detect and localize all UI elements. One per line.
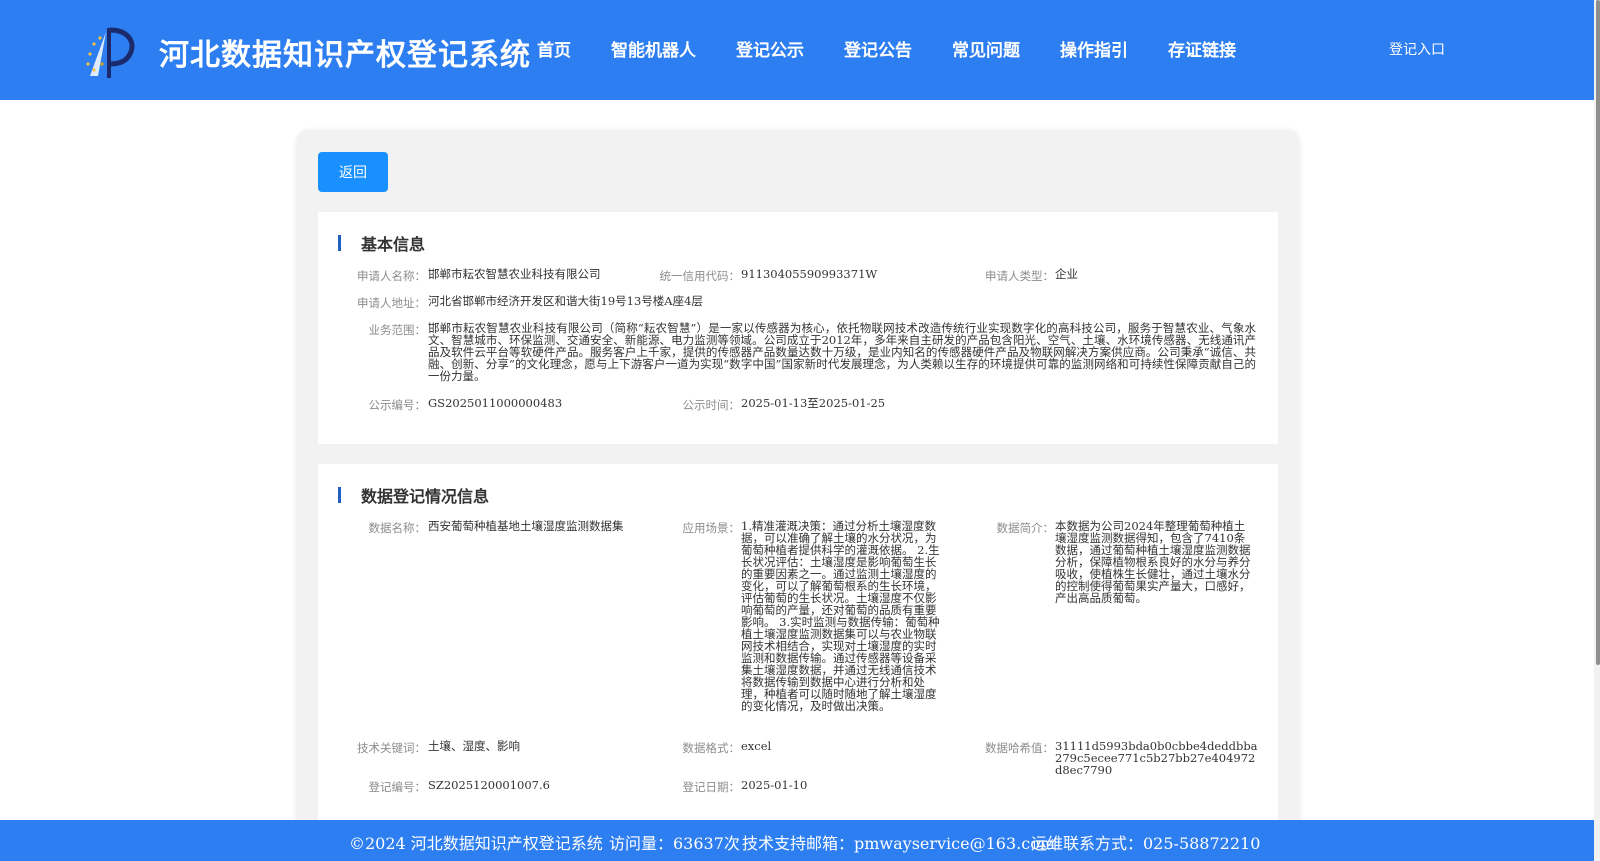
section-accent-bar bbox=[338, 235, 341, 251]
credit-code-value: 91130405590993371W bbox=[741, 267, 878, 281]
business-scope-label: 业务范围： bbox=[368, 323, 427, 337]
keywords-value: 土壤、湿度、影响 bbox=[428, 739, 520, 753]
summary-value: 本数据为公司2024年整理葡萄种植土壤湿度监测数据得知，包含了7410条数据，通… bbox=[1055, 519, 1251, 605]
basic-info-title: 基本信息 bbox=[361, 235, 426, 254]
format-label: 数据格式： bbox=[682, 741, 741, 755]
applicant-address-value: 河北省邯郸市经济开发区和谐大街19号13号楼A座4层 bbox=[428, 294, 703, 308]
reg-no-value: SZ2025120001007.6 bbox=[428, 778, 550, 792]
main-nav: 首页 智能机器人 登记公示 登记公告 常见问题 操作指引 存证链接 bbox=[537, 36, 1276, 61]
nav-evidence-link[interactable]: 存证链接 bbox=[1168, 36, 1236, 61]
back-button[interactable]: 返回 bbox=[318, 152, 388, 192]
nav-guide[interactable]: 操作指引 bbox=[1060, 36, 1128, 61]
scales-of-justice-logo-icon[interactable] bbox=[80, 24, 136, 80]
footer-visits: 访问量：63637次 bbox=[609, 834, 740, 853]
keywords-label: 技术关键词： bbox=[357, 741, 426, 755]
business-scope-value: 邯郸市耘农智慧农业科技有限公司（简称“耘农智慧”）是一家以传感器为核心，依托物联… bbox=[428, 321, 1256, 383]
notice-no-label: 公示编号： bbox=[368, 398, 427, 412]
data-info-header: 数据登记情况信息 bbox=[338, 483, 489, 507]
applicant-type-value: 企业 bbox=[1055, 267, 1078, 281]
applicant-name-label: 申请人名称： bbox=[357, 269, 426, 283]
notice-no-value: GS2025011000000483 bbox=[428, 396, 563, 410]
applicant-type-label: 申请人类型： bbox=[985, 269, 1054, 283]
hash-label: 数据哈希值： bbox=[985, 741, 1054, 755]
reg-no-label: 登记编号： bbox=[368, 780, 427, 794]
format-value: excel bbox=[741, 739, 772, 753]
applicant-address-label: 申请人地址： bbox=[357, 296, 426, 310]
data-name-label: 数据名称： bbox=[368, 521, 427, 535]
basic-info-header: 基本信息 bbox=[338, 231, 425, 255]
nav-registration-announcement[interactable]: 登记公告 bbox=[844, 36, 912, 61]
footer-contact: 运维联系方式：025-58872210 bbox=[1031, 834, 1261, 853]
section-accent-bar bbox=[338, 487, 341, 503]
login-entry-link[interactable]: 登记入口 bbox=[1389, 39, 1445, 59]
nav-robot[interactable]: 智能机器人 bbox=[611, 36, 696, 61]
footer-support-email: 技术支持邮箱：pmwayservice@163.com bbox=[742, 834, 1055, 853]
notice-time-value: 2025-01-13至2025-01-25 bbox=[741, 396, 886, 410]
notice-time-label: 公示时间： bbox=[682, 398, 741, 412]
credit-code-label: 统一信用代码： bbox=[659, 269, 741, 283]
scenario-value: 1.精准灌溉决策：通过分析土壤湿度数据，可以准确了解土壤的水分状况，为葡萄种植者… bbox=[741, 519, 940, 713]
scenario-label: 应用场景： bbox=[682, 521, 741, 535]
data-name-value: 西安葡萄种植基地土壤湿度监测数据集 bbox=[428, 519, 624, 533]
reg-date-label: 登记日期： bbox=[682, 780, 741, 794]
site-title: 河北数据知识产权登记系统 bbox=[159, 38, 531, 73]
nav-home[interactable]: 首页 bbox=[537, 36, 571, 61]
nav-registration-publicity[interactable]: 登记公示 bbox=[736, 36, 804, 61]
applicant-name-value: 邯郸市耘农智慧农业科技有限公司 bbox=[428, 267, 601, 281]
data-info-title: 数据登记情况信息 bbox=[361, 487, 490, 506]
scrollbar-thumb[interactable] bbox=[1596, 0, 1600, 665]
footer-copyright: ©2024 河北数据知识产权登记系统 bbox=[349, 834, 603, 853]
reg-date-value: 2025-01-10 bbox=[741, 778, 808, 792]
summary-label: 数据简介： bbox=[996, 521, 1055, 535]
hash-value: 31111d5993bda0b0cbbe4deddbba279c5ecee771… bbox=[1055, 739, 1258, 777]
nav-faq[interactable]: 常见问题 bbox=[952, 36, 1020, 61]
